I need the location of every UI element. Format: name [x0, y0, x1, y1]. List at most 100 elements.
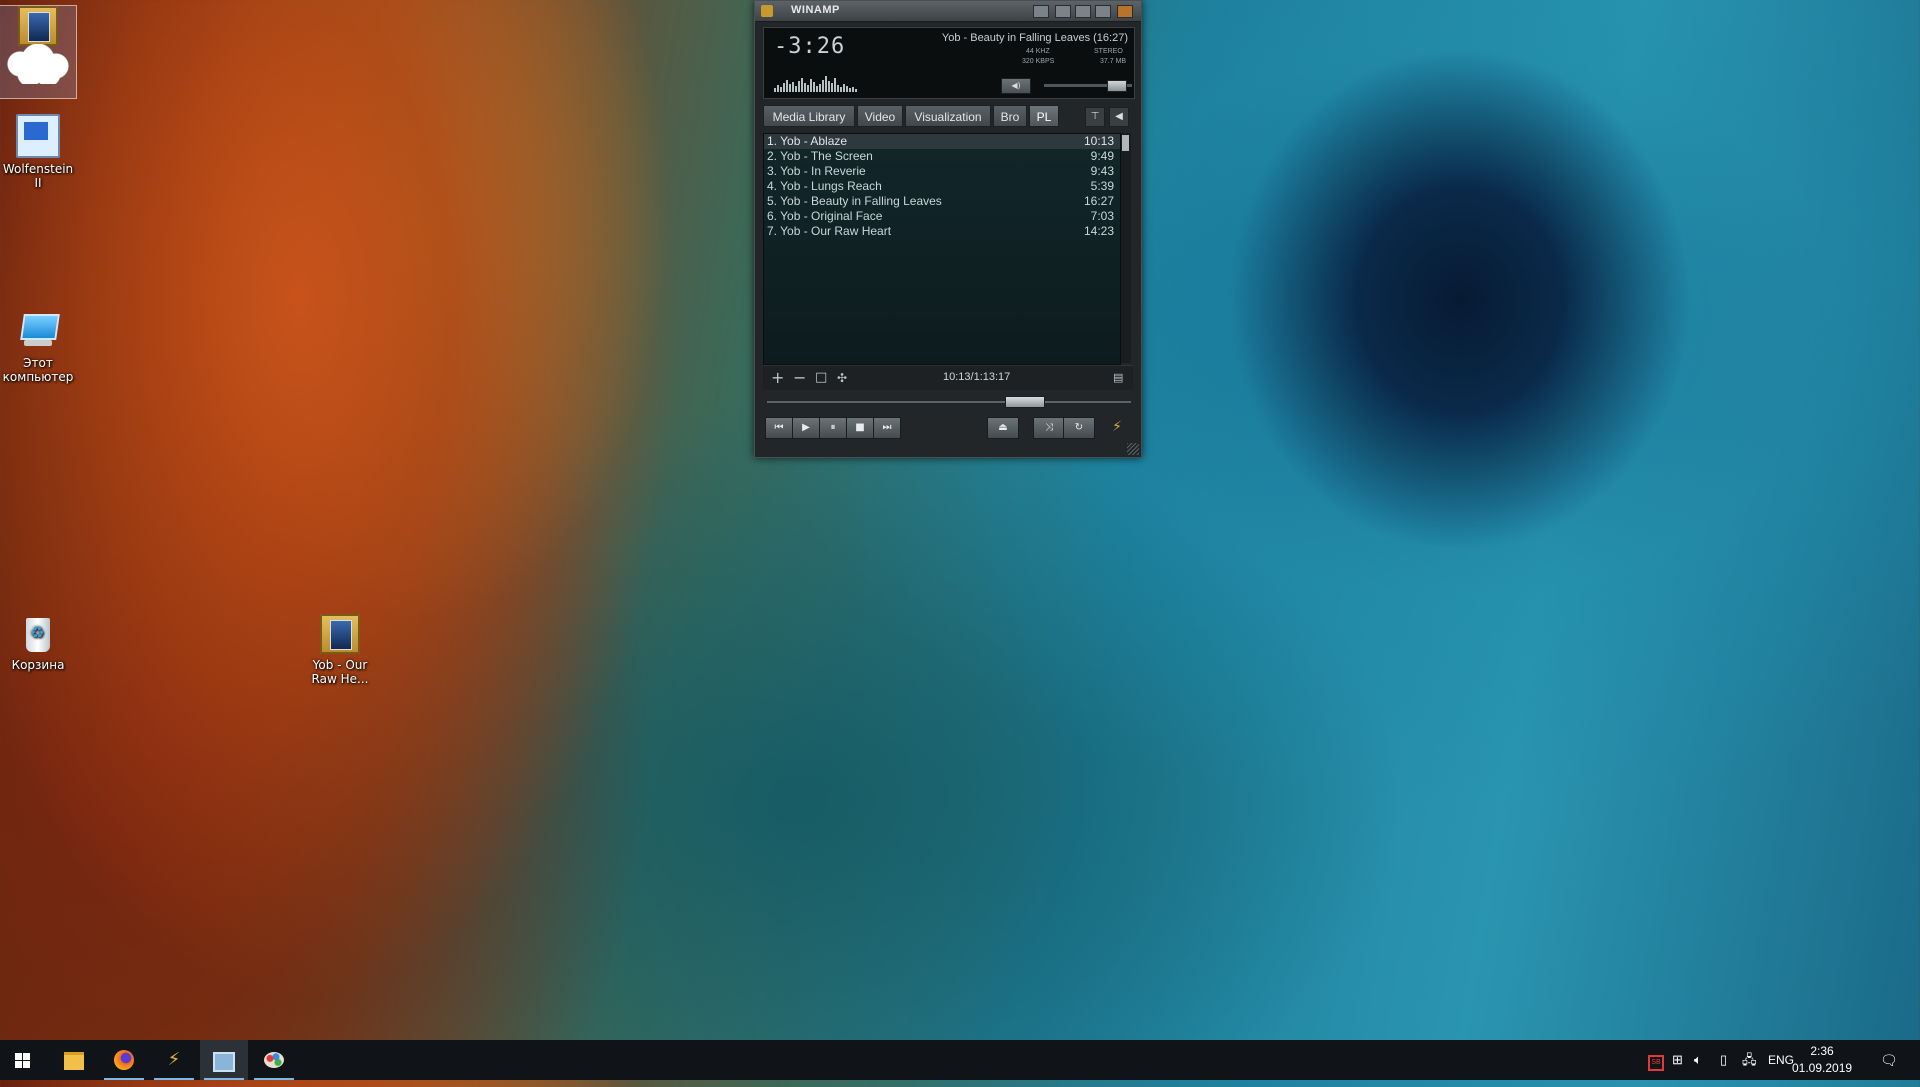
- app-window-icon: [213, 1052, 235, 1072]
- track-duration: 5:39: [1090, 179, 1114, 193]
- volume-knob[interactable]: [1107, 80, 1127, 92]
- track-duration: 16:27: [1083, 194, 1114, 208]
- folder-icon: [64, 1052, 84, 1070]
- play-button[interactable]: ▶: [792, 417, 820, 439]
- desktop-icon-yob-album[interactable]: Yob - Our Raw He...: [302, 614, 378, 686]
- mute-speaker-button[interactable]: ◀): [1001, 78, 1031, 94]
- add-icon[interactable]: +: [771, 370, 784, 386]
- track-duration: 10:13: [1083, 134, 1114, 148]
- desktop-icon-label: Yob - Our Raw He...: [311, 658, 369, 686]
- music-folder-icon: [320, 614, 360, 654]
- desktop-icon-folder-image[interactable]: [0, 5, 77, 99]
- track-title: 7. Yob - Our Raw Heart: [767, 224, 892, 238]
- playlist-footer: + − □ ✣ 10:13/1:13:17 ▤: [763, 365, 1133, 390]
- playlist-view[interactable]: 1. Yob - Ablaze 10:13 2. Yob - The Scree…: [763, 133, 1121, 365]
- playlist-item[interactable]: 2. Yob - The Screen 9:49: [764, 149, 1120, 164]
- eject-button[interactable]: ⏏: [987, 417, 1019, 439]
- cloud-image: [0, 44, 76, 84]
- desktop-icon-recycle-bin[interactable]: Корзина: [0, 614, 76, 672]
- seek-knob[interactable]: [1004, 396, 1045, 408]
- tab-playlist[interactable]: PL: [1029, 105, 1059, 127]
- lightning-icon: ⚡: [167, 1049, 181, 1070]
- collapse-arrow-icon[interactable]: ◀: [1109, 107, 1129, 127]
- stop-button[interactable]: ■: [846, 417, 874, 439]
- tab-bar: Media Library Video Visualization Bro PL…: [763, 105, 1133, 129]
- clock[interactable]: 2:36 01.09.2019: [1792, 1043, 1852, 1077]
- stereo-label: STEREO: [1094, 48, 1123, 55]
- playlist-item[interactable]: 6. Yob - Original Face 7:03: [764, 209, 1120, 224]
- file-size-label: 37.7 MB: [1100, 58, 1127, 65]
- winamp-taskbar-button[interactable]: ⚡: [150, 1040, 198, 1080]
- clock-time: 2:36: [1810, 1044, 1834, 1058]
- track-title: 3. Yob - In Reverie: [767, 164, 866, 178]
- usb-tray-icon[interactable]: ▯: [1720, 1040, 1727, 1080]
- remove-icon[interactable]: −: [793, 370, 806, 386]
- previous-button[interactable]: ⏮: [765, 417, 793, 439]
- seek-bar[interactable]: [767, 401, 1131, 403]
- tab-media-library[interactable]: Media Library: [763, 105, 855, 127]
- track-duration: 9:49: [1090, 149, 1114, 163]
- playlist-item[interactable]: 7. Yob - Our Raw Heart 14:23: [764, 224, 1120, 239]
- menu-button[interactable]: [1033, 5, 1049, 18]
- start-button[interactable]: [0, 1040, 48, 1080]
- time-display[interactable]: -3:26: [774, 34, 845, 59]
- minimize-button[interactable]: [1055, 5, 1071, 18]
- spectrum-visualizer[interactable]: [774, 74, 884, 92]
- winamp-logo-icon[interactable]: [761, 5, 773, 17]
- close-button[interactable]: [1117, 5, 1133, 18]
- winamp-window: WINAMP -3:26 Yob - Beauty in Falling Lea…: [754, 0, 1142, 458]
- network-icon: 🖧︎: [1742, 1052, 1757, 1067]
- firefox-taskbar-button[interactable]: [100, 1040, 148, 1080]
- playlist-item[interactable]: 3. Yob - In Reverie 9:43: [764, 164, 1120, 179]
- playlist-item[interactable]: 4. Yob - Lungs Reach 5:39: [764, 179, 1120, 194]
- palette-icon: [264, 1052, 284, 1068]
- maximize-button[interactable]: [1095, 5, 1111, 18]
- recycle-bin-icon: [18, 614, 58, 654]
- file-explorer-taskbar-button[interactable]: [50, 1040, 98, 1080]
- language-indicator[interactable]: ENG: [1768, 1040, 1794, 1080]
- scrollbar-thumb[interactable]: [1122, 135, 1129, 151]
- network-share-tray-icon[interactable]: ⊞: [1672, 1040, 1683, 1080]
- shade-button[interactable]: [1075, 5, 1091, 18]
- tab-visualization[interactable]: Visualization: [905, 105, 991, 127]
- winamp-titlebar[interactable]: WINAMP: [755, 1, 1141, 22]
- paint-taskbar-button[interactable]: [250, 1040, 298, 1080]
- wolfenstein-app-icon: [16, 114, 60, 158]
- volume-tray-icon[interactable]: 🔈︎: [1694, 1040, 1702, 1080]
- speaker-icon: 🔈︎: [1694, 1052, 1702, 1067]
- next-button[interactable]: ⏭: [873, 417, 901, 439]
- desktop-icon-label: Корзина: [11, 658, 65, 672]
- misc-icon[interactable]: ✣: [837, 370, 847, 386]
- desktop-icon-label: Wolfenstein II: [2, 162, 74, 190]
- pause-button[interactable]: ⏸: [819, 417, 847, 439]
- action-center-button[interactable]: 🗨︎: [1880, 1040, 1898, 1080]
- app-taskbar-button[interactable]: [200, 1040, 248, 1080]
- track-title: 2. Yob - The Screen: [767, 149, 873, 163]
- shield-icon: SB: [1648, 1055, 1664, 1071]
- desktop-icon-this-pc[interactable]: Этот компьютер: [0, 312, 76, 384]
- desktop-icon-wolfenstein[interactable]: Wolfenstein II: [0, 114, 76, 190]
- windows-logo-icon: [15, 1053, 30, 1068]
- notification-icon: 🗨︎: [1880, 1052, 1898, 1068]
- track-title: 1. Yob - Ablaze: [767, 134, 848, 148]
- list-options-icon[interactable]: ▤: [1113, 370, 1123, 386]
- network-tray-icon[interactable]: 🖧︎: [1742, 1040, 1757, 1080]
- tab-browser[interactable]: Bro: [993, 105, 1027, 127]
- folder-icon: [18, 6, 58, 46]
- lightning-icon[interactable]: ⚡: [1107, 417, 1127, 437]
- pin-icon[interactable]: ⊤: [1085, 107, 1105, 127]
- grid-icon: ⊞: [1672, 1052, 1683, 1067]
- select-icon[interactable]: □: [815, 370, 827, 386]
- resize-grip[interactable]: [1127, 443, 1139, 455]
- security-tray-icon[interactable]: SB: [1648, 1040, 1664, 1080]
- playlist-item[interactable]: 5. Yob - Beauty in Falling Leaves 16:27: [764, 194, 1120, 209]
- now-playing-title[interactable]: Yob - Beauty in Falling Leaves (16:27): [942, 32, 1128, 44]
- usb-icon: ▯: [1720, 1052, 1728, 1067]
- playlist-item[interactable]: 1. Yob - Ablaze 10:13: [764, 134, 1120, 149]
- playlist-scrollbar[interactable]: [1121, 133, 1131, 363]
- tab-video[interactable]: Video: [857, 105, 903, 127]
- shuffle-button[interactable]: ⤨: [1033, 417, 1065, 439]
- playlist-total-time: 10:13/1:13:17: [943, 371, 1011, 383]
- track-title: 5. Yob - Beauty in Falling Leaves: [767, 194, 942, 208]
- repeat-button[interactable]: ↻: [1063, 417, 1095, 439]
